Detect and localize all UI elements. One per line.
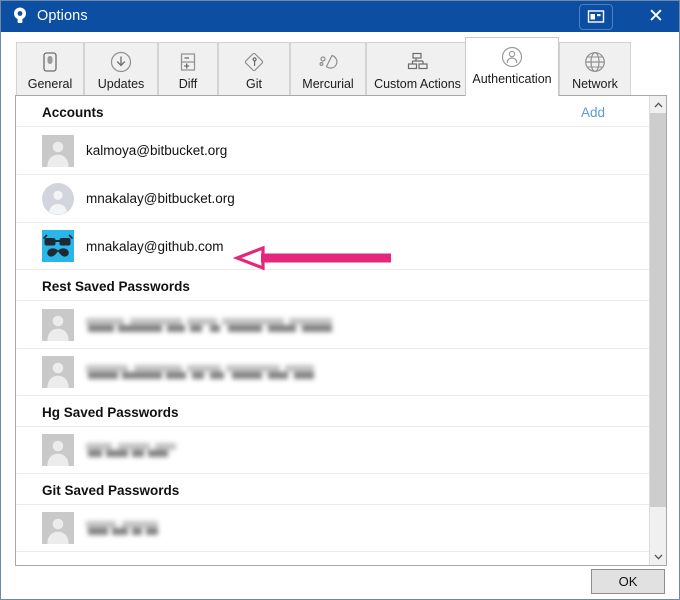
mercurial-icon [315,49,341,75]
tab-label: Custom Actions [374,77,461,91]
account-label: mnakalay@github.com [86,238,224,254]
saved-password-row[interactable] [16,504,649,552]
globe-icon [583,49,607,75]
tab-custom-actions[interactable]: Custom Actions [366,42,469,96]
tab-network[interactable]: Network [559,42,631,96]
mustache-glasses-avatar [42,230,74,262]
tab-general[interactable]: General [16,42,84,96]
vertical-scrollbar[interactable] [649,96,666,565]
tab-git[interactable]: Git [218,42,290,96]
diff-box-icon [177,49,199,75]
download-circle-icon [109,49,133,75]
saved-password-row[interactable] [16,300,649,348]
dialog-footer: OK [1,566,679,599]
rest-saved-passwords-section: Rest Saved Passwords [16,270,649,300]
tab-label: Mercurial [302,77,354,91]
add-account-link[interactable]: Add [581,96,605,126]
options-window: Options ✕ General Updates Diff Git Mercu… [0,0,680,600]
tab-strip: General Updates Diff Git Mercurial Custo… [1,32,679,96]
tab-diff[interactable]: Diff [158,42,218,96]
section-title: Hg Saved Passwords [42,405,179,420]
section-title: Git Saved Passwords [42,483,180,498]
redacted-credential [86,519,158,537]
sourcetree-logo-icon [9,1,35,32]
redacted-credential [86,363,314,381]
tab-label: Updates [97,77,145,91]
title-bar: Options ✕ [1,1,679,32]
scrollbar-thumb[interactable] [650,113,666,507]
default-square-avatar [42,434,74,466]
git-saved-passwords-section: Git Saved Passwords [16,474,649,504]
ok-button[interactable]: OK [591,569,665,594]
tab-label: Network [572,77,618,91]
authentication-panel: Accounts Add kalmoya@bitbucket.org mnaka… [15,95,667,566]
default-square-avatar [42,308,74,341]
default-circle-avatar [42,182,74,215]
tab-label: Authentication [472,72,552,86]
hg-saved-passwords-section: Hg Saved Passwords [16,396,649,426]
account-label: mnakalay@bitbucket.org [86,191,235,206]
default-square-avatar [42,512,74,544]
account-row[interactable]: mnakalay@github.com [16,222,649,270]
default-square-avatar [42,356,74,388]
window-title: Options [37,8,88,24]
chevron-down-icon[interactable] [650,548,666,565]
accounts-section: Accounts Add [16,96,649,126]
tab-updates[interactable]: Updates [84,42,158,96]
account-row[interactable]: mnakalay@bitbucket.org [16,174,649,222]
redacted-credential [86,316,332,334]
close-icon[interactable]: ✕ [633,1,679,32]
tab-authentication[interactable]: Authentication [465,37,559,96]
account-label: kalmoya@bitbucket.org [86,143,228,158]
redacted-credential [86,441,176,459]
git-diamond-icon [242,49,266,75]
saved-password-row[interactable] [16,426,649,474]
node-tree-icon [405,49,431,75]
chevron-up-icon[interactable] [650,96,666,113]
default-square-avatar [42,134,74,167]
tab-label: Git [246,77,262,91]
section-title: Rest Saved Passwords [42,279,190,294]
tab-label: General [27,77,73,91]
restore-window-icon[interactable] [579,3,613,30]
toggle-switch-icon [39,49,61,75]
section-title: Accounts [42,105,104,120]
tab-label: Diff [178,77,198,91]
tab-mercurial[interactable]: Mercurial [290,42,366,96]
settings-list: Accounts Add kalmoya@bitbucket.org mnaka… [16,96,649,565]
account-row[interactable]: kalmoya@bitbucket.org [16,126,649,174]
saved-password-row[interactable] [16,348,649,396]
window-controls: ✕ [579,1,679,32]
person-circle-icon [500,44,524,70]
